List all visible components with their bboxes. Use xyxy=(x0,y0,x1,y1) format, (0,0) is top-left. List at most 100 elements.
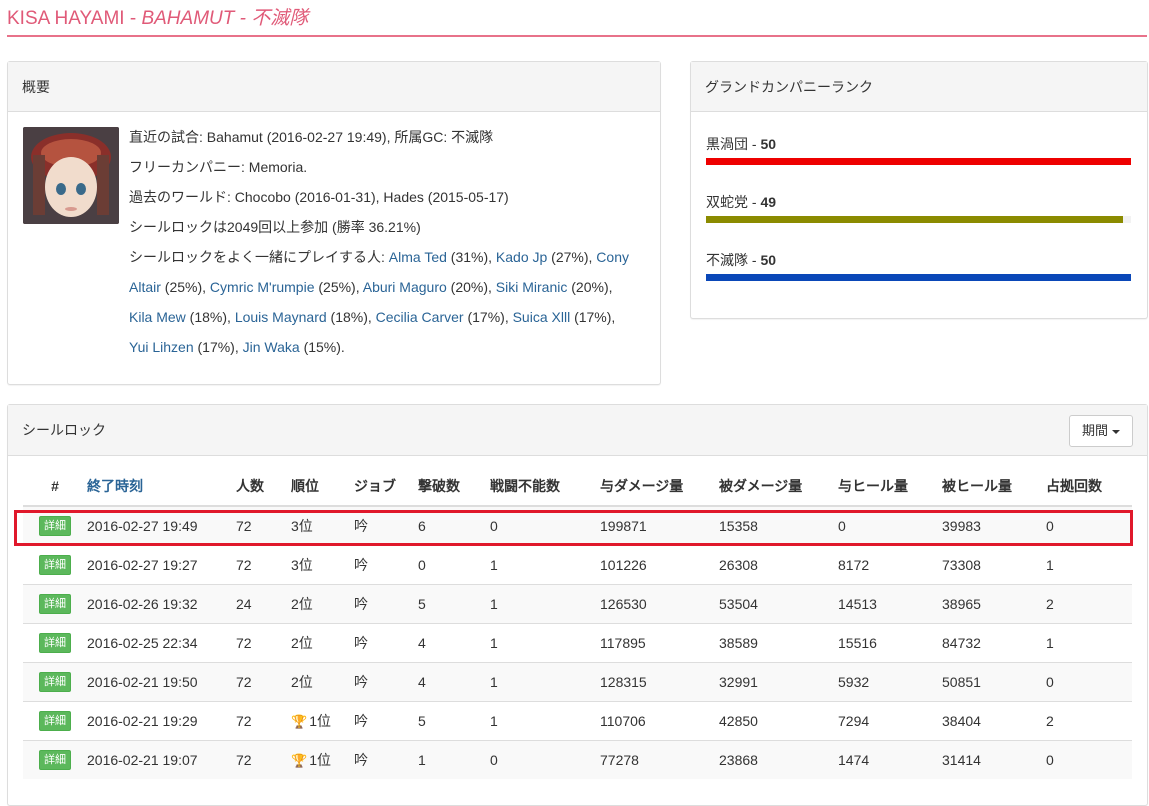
cell-deaths: 1 xyxy=(490,662,600,702)
gc-rank-heading: グランドカンパニーランク xyxy=(691,62,1147,112)
cell-healed: 38404 xyxy=(942,701,1046,741)
overview-heading: 概要 xyxy=(8,62,660,112)
partner-link[interactable]: Siki Miranic xyxy=(496,279,568,295)
cell-time: 2016-02-26 19:32 xyxy=(87,584,236,624)
table-row: 詳細 2016-02-21 19:50 72 2位吟 4 1 128315 32991 5932… xyxy=(23,662,1132,702)
cell-job: 吟 xyxy=(354,505,418,546)
cell-healed: 73308 xyxy=(942,545,1046,585)
cell-rank: 🏆 1位 xyxy=(291,740,354,779)
cell-deaths: 0 xyxy=(490,505,600,546)
partner-rate: (18%), xyxy=(326,309,376,325)
frequent-partners: シールロックをよく一緒にプレイする人: Alma Ted (31%), Kado… xyxy=(129,249,629,355)
cell-time: 2016-02-27 19:49 xyxy=(87,505,236,546)
cell-job: 吟 xyxy=(354,701,418,741)
cell-healed: 38965 xyxy=(942,584,1046,624)
gc-row-twin-adder: 双蛇党 - 49 xyxy=(706,192,1131,223)
sealrock-table: # 終了時刻 人数 順位 ジョブ 撃破数 戦闘不能数 与ダメージ量 被ダメージ量 与ヒール量 被ヒー… xyxy=(23,467,1132,779)
sealrock-heading: シールロック xyxy=(8,405,1147,456)
page-title: KISA HAYAMI - BAHAMUT - 不滅隊 xyxy=(7,8,309,29)
detail-button[interactable]: 詳細 xyxy=(39,672,71,692)
detail-button[interactable]: 詳細 xyxy=(39,750,71,770)
caret-down-icon xyxy=(1112,429,1120,434)
partner-link[interactable]: Alma Ted xyxy=(389,249,447,265)
detail-button[interactable]: 詳細 xyxy=(39,516,71,536)
partner-rate: (25%), xyxy=(314,279,363,295)
cell-players: 72 xyxy=(236,545,291,585)
world-name: BAHAMUT xyxy=(141,8,235,29)
partner-link[interactable]: Cymric M'rumpie xyxy=(210,279,315,295)
detail-button[interactable]: 詳細 xyxy=(39,594,71,614)
cell-kills: 1 xyxy=(418,740,490,779)
table-header-row: # 終了時刻 人数 順位 ジョブ 撃破数 戦闘不能数 与ダメージ量 被ダメージ量 与ヒール量 被ヒー… xyxy=(23,467,1132,507)
cell-captures: 0 xyxy=(1046,662,1132,702)
cell-deaths: 1 xyxy=(490,623,600,663)
cell-players: 72 xyxy=(236,505,291,546)
detail-button[interactable]: 詳細 xyxy=(39,555,71,575)
table-body: 詳細 2016-02-27 19:49 72 3位吟 6 0 199871 15358 0 399… xyxy=(23,505,1132,779)
cell-taken: 32991 xyxy=(719,662,838,702)
partner-link[interactable]: Kado Jp xyxy=(496,249,547,265)
cell-dmg: 128315 xyxy=(600,662,719,702)
cell-rank: 🏆 1位 xyxy=(291,701,354,741)
cell-rank: 2位 xyxy=(291,623,354,663)
partner-link[interactable]: Cecilia Carver xyxy=(376,309,464,325)
cell-taken: 23868 xyxy=(719,740,838,779)
cell-rank: 3位 xyxy=(291,505,354,546)
table-row: 詳細 2016-02-27 19:27 72 3位吟 0 1 101226 26308 8172… xyxy=(23,545,1132,585)
cell-time: 2016-02-27 19:27 xyxy=(87,545,236,585)
cell-deaths: 1 xyxy=(490,584,600,624)
cell-heal: 1474 xyxy=(838,740,942,779)
cell-kills: 5 xyxy=(418,584,490,624)
detail-button[interactable]: 詳細 xyxy=(39,711,71,731)
cell-captures: 2 xyxy=(1046,584,1132,624)
gc-row-maelstrom: 黒渦団 - 50 xyxy=(706,134,1131,165)
cell-heal: 7294 xyxy=(838,701,942,741)
partner-link[interactable]: Jin Waka xyxy=(243,339,300,355)
trophy-icon: 🏆 xyxy=(291,714,308,729)
cell-captures: 0 xyxy=(1046,740,1132,779)
cell-deaths: 1 xyxy=(490,701,600,741)
partner-link[interactable]: Louis Maynard xyxy=(235,309,327,325)
gc-rank-panel: グランドカンパニーランク 黒渦団 - 50 双蛇党 - 49 不滅隊 - 50 xyxy=(690,61,1148,319)
cell-time: 2016-02-21 19:50 xyxy=(87,662,236,702)
sealrock-panel: シールロック 期間 # 終了時刻 人数 順位 ジョブ 撃破数 戦闘不能数 与ダメージ量 被ダメー… xyxy=(7,404,1148,806)
table-row: 詳細 2016-02-27 19:49 72 3位吟 6 0 199871 15358 0 399… xyxy=(23,505,1132,546)
partner-link[interactable]: Kila Mew xyxy=(129,309,186,325)
cell-kills: 5 xyxy=(418,701,490,741)
period-dropdown-button[interactable]: 期間 xyxy=(1068,415,1133,447)
partner-link[interactable]: Aburi Maguro xyxy=(363,279,447,295)
cell-time: 2016-02-25 22:34 xyxy=(87,623,236,663)
cell-job: 吟 xyxy=(354,584,418,624)
cell-taken: 38589 xyxy=(719,623,838,663)
character-avatar xyxy=(23,127,119,224)
cell-deaths: 1 xyxy=(490,545,600,585)
cell-kills: 0 xyxy=(418,545,490,585)
partner-rate: (27%), xyxy=(547,249,597,265)
partner-rate: (20%), xyxy=(567,279,613,295)
cell-kills: 4 xyxy=(418,662,490,702)
cell-players: 72 xyxy=(236,662,291,702)
cell-captures: 2 xyxy=(1046,701,1132,741)
table-row: 詳細 2016-02-21 19:07 72 🏆 1位吟 1 0 77278 23868 1474… xyxy=(23,740,1132,779)
gc-progress-bar xyxy=(706,216,1131,223)
cell-time: 2016-02-21 19:07 xyxy=(87,740,236,779)
cell-dmg: 77278 xyxy=(600,740,719,779)
free-company: フリーカンパニー: Memoria. xyxy=(129,159,308,175)
column-header: 順位 xyxy=(291,467,354,507)
cell-heal: 0 xyxy=(838,505,942,546)
overview-panel: 概要 直近の試合: Bahamut (2016-02-27 19:49), 所属… xyxy=(7,61,661,385)
cell-captures: 1 xyxy=(1046,545,1132,585)
column-header[interactable]: 終了時刻 xyxy=(87,467,236,507)
gc-row-immortal-flames: 不滅隊 - 50 xyxy=(706,250,1131,281)
cell-rank: 3位 xyxy=(291,545,354,585)
cell-job: 吟 xyxy=(354,740,418,779)
cell-job: 吟 xyxy=(354,545,418,585)
partner-link[interactable]: Suica Xlll xyxy=(513,309,571,325)
cell-healed: 50851 xyxy=(942,662,1046,702)
cell-rank: 2位 xyxy=(291,662,354,702)
partner-link[interactable]: Yui Lihzen xyxy=(129,339,194,355)
cell-deaths: 0 xyxy=(490,740,600,779)
detail-button[interactable]: 詳細 xyxy=(39,633,71,653)
cell-taken: 53504 xyxy=(719,584,838,624)
table-row: 詳細 2016-02-26 19:32 24 2位吟 5 1 126530 53504 1451… xyxy=(23,584,1132,624)
